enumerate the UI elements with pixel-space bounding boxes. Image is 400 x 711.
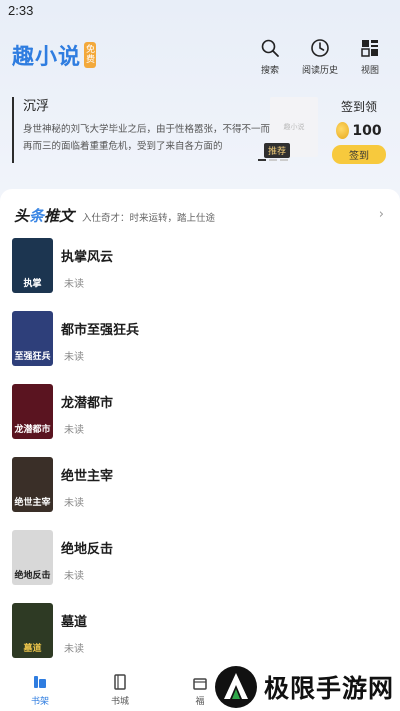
watermark-text: 极限手游网 — [263, 674, 394, 703]
watermark-logo-icon — [214, 666, 257, 708]
section-header[interactable]: 头条推文 入仕奇才：时来运转，踏上仕途 — [14, 205, 215, 226]
history-label: 阅读历史 — [302, 66, 339, 76]
book-status: 未读 — [64, 425, 84, 436]
section-title-part1: 头 — [14, 207, 30, 225]
search-button[interactable]: 搜索 — [252, 38, 288, 76]
view-button[interactable]: 视图 — [352, 38, 388, 76]
watermark: 极限手游网 — [214, 665, 394, 709]
book-status: 未读 — [64, 352, 84, 363]
signin-title: 签到领 — [340, 100, 377, 114]
book-cover-text: 绝世主宰 — [14, 498, 51, 508]
tab-bookstore[interactable]: 书城 — [80, 666, 160, 711]
section-title-accent: 条 — [29, 207, 45, 225]
signin-points: 100 — [334, 122, 384, 139]
welfare-icon — [193, 678, 207, 690]
history-button[interactable]: 阅读历史 — [302, 38, 338, 76]
clock-icon — [311, 39, 329, 57]
tab-bookshelf-label: 书架 — [30, 697, 49, 707]
book-cover-text: 执掌 — [23, 279, 42, 289]
chevron-right-icon[interactable]: › — [379, 207, 384, 222]
book-status: 未读 — [64, 644, 84, 655]
book-info: 绝地反击 未读 — [61, 530, 113, 582]
book-cover: 龙潜都市 — [12, 384, 53, 439]
book-cover-text: 绝地反击 — [14, 571, 51, 581]
book-info: 都市至强狂兵 未读 — [61, 311, 139, 363]
book-cover: 执掌 — [12, 238, 53, 293]
coin-icon — [336, 122, 350, 139]
top-actions: 搜索 阅读历史 视图 — [252, 38, 388, 76]
bookstore-icon — [114, 674, 126, 690]
book-cover: 绝世主宰 — [12, 457, 53, 512]
tab-bookstore-label: 书城 — [110, 697, 129, 707]
status-bar: 2:33 — [0, 0, 400, 22]
book-cover: 墓道 — [12, 603, 53, 658]
book-cover-text: 龙潜都市 — [14, 425, 51, 435]
book-item[interactable]: 至强狂兵 都市至强狂兵 未读 — [12, 311, 392, 384]
book-item[interactable]: 执掌 执掌风云 未读 — [12, 238, 392, 311]
book-title: 绝世主宰 — [61, 469, 114, 484]
book-item[interactable]: 绝地反击 绝地反击 未读 — [12, 530, 392, 603]
book-title: 都市至强狂兵 — [61, 323, 140, 338]
book-status: 未读 — [64, 498, 84, 509]
book-title: 绝地反击 — [61, 542, 114, 557]
book-info: 绝世主宰 未读 — [61, 457, 113, 509]
section-subtitle: 入仕奇才：时来运转，踏上仕途 — [82, 213, 216, 224]
book-info: 墓道 未读 — [61, 603, 87, 655]
tab-welfare-label: 福 — [195, 697, 205, 707]
book-cover: 绝地反击 — [12, 530, 53, 585]
banner-pagination — [258, 159, 288, 161]
bookshelf-icon — [34, 676, 46, 688]
main-content: 头条推文 入仕奇才：时来运转，踏上仕途 › 执掌 执掌风云 未读 至强狂兵 都市… — [0, 189, 400, 711]
pagination-dot — [258, 159, 266, 161]
tab-bookshelf[interactable]: 书架 — [0, 666, 80, 711]
book-cover: 至强狂兵 — [12, 311, 53, 366]
view-label: 视图 — [360, 66, 379, 76]
book-info: 龙潜都市 未读 — [61, 384, 113, 436]
book-list: 执掌 执掌风云 未读 至强狂兵 都市至强狂兵 未读 龙潜都市 龙潜都市 未读 绝… — [12, 238, 392, 676]
recommend-badge: 推荐 — [264, 143, 291, 158]
search-label: 搜索 — [260, 66, 279, 76]
book-cover-text: 墓道 — [23, 644, 42, 654]
section-title-part2: 推文 — [44, 207, 75, 225]
status-time: 2:33 — [8, 3, 34, 18]
book-status: 未读 — [64, 279, 84, 290]
pagination-dot — [269, 159, 277, 161]
signin-widget: 签到领 100 签到 — [332, 98, 386, 164]
points-value: 100 — [352, 122, 382, 139]
book-title: 龙潜都市 — [61, 396, 114, 411]
book-item[interactable]: 绝世主宰 绝世主宰 未读 — [12, 457, 392, 530]
section-title: 头条推文 — [14, 205, 74, 226]
book-item[interactable]: 龙潜都市 龙潜都市 未读 — [12, 384, 392, 457]
book-status: 未读 — [64, 571, 84, 582]
book-info: 执掌风云 未读 — [61, 238, 113, 290]
pagination-dot — [280, 159, 288, 161]
banner-accent-bar — [12, 97, 14, 163]
book-cover-text: 至强狂兵 — [14, 352, 51, 362]
grid-view-icon — [361, 40, 378, 57]
book-title: 墓道 — [61, 615, 88, 630]
search-icon — [261, 39, 279, 57]
book-title: 执掌风云 — [61, 250, 114, 265]
app-logo: 趣小说 免费 — [12, 40, 97, 70]
logo-tag: 免费 — [84, 42, 97, 68]
banner-cover-text: 趣小说 — [283, 123, 305, 131]
signin-button[interactable]: 签到 — [332, 145, 386, 164]
banner-description: 身世神秘的刘飞大学毕业之后，由于性格嚣张，不得不一而再再而三的面临着重重危机，受… — [23, 124, 280, 152]
logo-text: 趣小说 — [12, 45, 82, 70]
